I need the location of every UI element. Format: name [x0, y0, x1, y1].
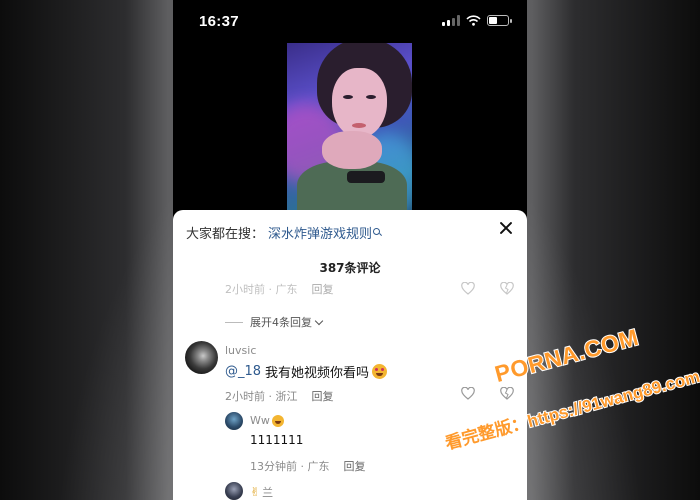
avatar[interactable] [225, 482, 243, 500]
search-icon [373, 227, 383, 238]
reply-username-text: Ww [250, 414, 270, 427]
reply-username[interactable]: Ww [250, 414, 284, 427]
comment-count: 387条评论 [319, 261, 381, 275]
comment-time: 2小时前 · 广东 [225, 283, 298, 296]
signal-icon [442, 15, 460, 26]
reply-button[interactable]: 回复 [312, 281, 334, 297]
mention-link[interactable]: @_18 [225, 364, 261, 379]
close-icon[interactable] [499, 221, 513, 235]
comment-body: 我有她视频你看吗 [265, 366, 370, 381]
smile-emoji-icon [271, 414, 284, 427]
search-suggestion[interactable]: 大家都在搜： 深水炸弹游戏规则 [186, 223, 383, 242]
reply-text: 1111111 [250, 433, 304, 447]
status-icons [442, 15, 512, 26]
comment-username[interactable]: luvsic [225, 344, 256, 357]
reply-meta: 13分钟前 · 广东 回复 [250, 458, 366, 474]
status-time: 16:37 [199, 13, 239, 30]
comment-text: @_18 我有她视频你看吗 [225, 362, 388, 381]
reply-time: 13分钟前 · 广东 [250, 460, 330, 473]
reply-username[interactable]: ✌ 兰 [250, 484, 273, 500]
dislike-icon[interactable] [500, 387, 514, 400]
prev-comment-meta: 2小时前 · 广东 回复 [225, 281, 334, 297]
reply-button[interactable]: 回复 [344, 458, 366, 474]
comment-meta: 2小时前 · 浙江 回复 [225, 388, 334, 404]
wifi-icon [466, 15, 481, 26]
search-query-link[interactable]: 深水炸弹游戏规则 [268, 223, 372, 242]
heart-icon[interactable] [461, 282, 475, 295]
reply-button[interactable]: 回复 [312, 388, 334, 404]
grin-emoji-icon [372, 364, 388, 379]
heart-icon[interactable] [461, 387, 475, 400]
dislike-icon[interactable] [500, 282, 514, 295]
chevron-down-icon [314, 316, 324, 325]
video-player[interactable] [287, 43, 412, 213]
search-prefix: 大家都在搜： [186, 227, 265, 242]
battery-fill [489, 17, 498, 24]
avatar[interactable] [225, 412, 243, 430]
avatar[interactable] [185, 341, 218, 374]
victory-hand-icon: ✌ [250, 485, 261, 499]
battery-icon [487, 15, 512, 26]
comment-time: 2小时前 · 浙江 [225, 390, 298, 403]
divider [225, 321, 243, 323]
reply-username-text: 兰 [262, 486, 274, 499]
expand-label: 展开4条回复 [250, 316, 312, 329]
comments-sheet: 大家都在搜： 深水炸弹游戏规则 387条评论 2小时前 · 广东 回复 展开4条… [173, 210, 527, 500]
expand-replies-button[interactable]: 展开4条回复 [225, 314, 324, 330]
